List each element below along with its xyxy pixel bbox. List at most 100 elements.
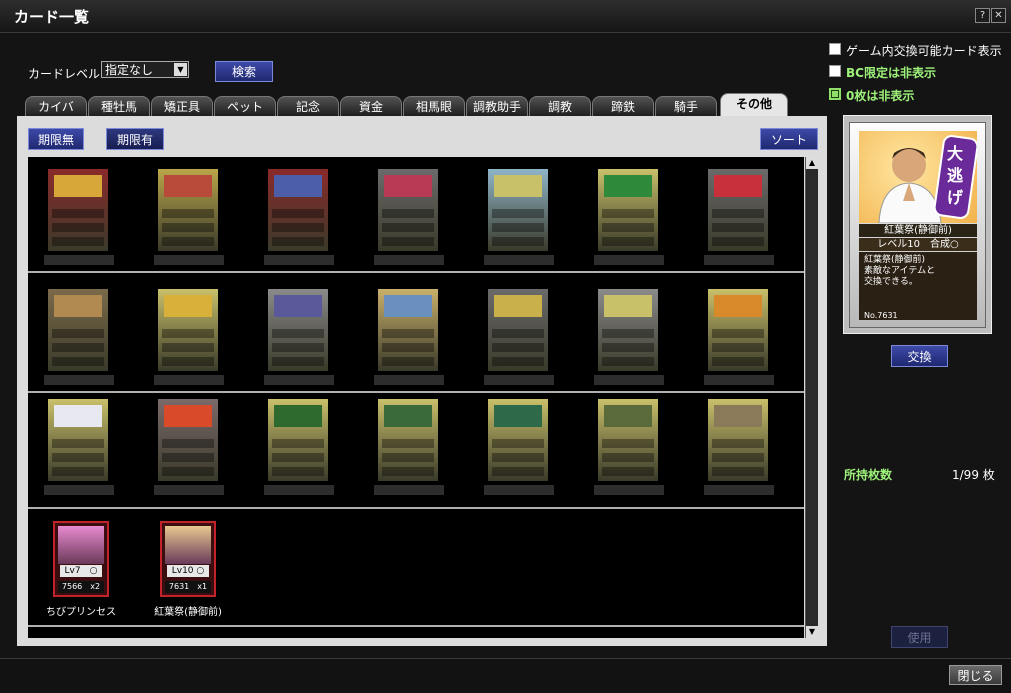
grid-card[interactable] — [48, 169, 108, 251]
grid-card[interactable] — [708, 169, 768, 251]
grid-card-band — [52, 453, 104, 462]
grid-card-band — [382, 357, 434, 366]
close-button[interactable]: 閉じる — [949, 665, 1002, 685]
grid-card-band — [602, 467, 654, 476]
checkbox-hide-bc-limited[interactable] — [829, 65, 841, 77]
grid-card-art — [274, 405, 322, 427]
exchange-button[interactable]: 交換 — [891, 345, 948, 367]
grid-card-band — [492, 223, 544, 232]
tab-11[interactable]: その他 — [720, 93, 788, 116]
grid-card-band — [162, 467, 214, 476]
grid-card[interactable] — [158, 289, 218, 371]
grid-scrollbar[interactable]: ▲ ▼ — [805, 157, 818, 638]
grid-card[interactable] — [268, 169, 328, 251]
checkbox-exchangeable[interactable] — [829, 43, 841, 55]
no-limit-button[interactable]: 期限無 — [28, 128, 84, 150]
grid-card-caption — [594, 255, 664, 265]
tab-10[interactable]: 騎手 — [655, 96, 717, 116]
grid-card[interactable] — [598, 399, 658, 481]
grid-card-caption — [154, 485, 224, 495]
grid-card-art — [714, 295, 762, 317]
grid-card-art — [384, 175, 432, 197]
category-tabs: カイバ 種牡馬 矯正具 ペット 記念 資金 相馬眼 調教助手 調教 蹄鉄 騎手 その他 — [17, 93, 792, 116]
tab-1[interactable]: 種牡馬 — [88, 96, 150, 116]
grid-card-band — [602, 209, 654, 218]
grid-card-band — [712, 343, 764, 352]
grid-card-band — [382, 329, 434, 338]
grid-card[interactable] — [158, 169, 218, 251]
grid-card-caption — [44, 485, 114, 495]
grid-card[interactable] — [598, 169, 658, 251]
search-button[interactable]: 検索 — [215, 61, 273, 82]
grid-card-band — [712, 453, 764, 462]
grid-card-band — [52, 467, 104, 476]
grid-card-band — [52, 439, 104, 448]
grid-card-band — [272, 343, 324, 352]
scroll-down-icon[interactable]: ▼ — [806, 626, 818, 638]
chevron-down-icon[interactable]: ▼ — [174, 63, 187, 76]
grid-card-band — [52, 209, 104, 218]
use-button[interactable]: 使用 — [891, 626, 948, 648]
tab-3[interactable]: ペット — [214, 96, 276, 116]
grid-card-band — [52, 329, 104, 338]
grid-card-band — [272, 223, 324, 232]
grid-card-caption — [264, 375, 334, 385]
grid-card-band — [382, 209, 434, 218]
owned-card-art — [58, 526, 104, 564]
grid-card-art — [714, 175, 762, 197]
card-level-select[interactable]: 指定なし ▼ — [101, 61, 189, 78]
owned-card-name: ちびプリンセス — [46, 607, 116, 618]
owned-card[interactable]: Lv10 ○ 7631 x1 — [160, 521, 216, 597]
grid-card[interactable] — [378, 169, 438, 251]
grid-card[interactable] — [488, 169, 548, 251]
grid-card[interactable] — [708, 289, 768, 371]
grid-card-art — [714, 405, 762, 427]
grid-card-band — [272, 237, 324, 246]
grid-card[interactable] — [708, 399, 768, 481]
grid-card[interactable] — [268, 399, 328, 481]
grid-card[interactable] — [488, 399, 548, 481]
grid-card-caption — [484, 375, 554, 385]
grid-card[interactable] — [48, 289, 108, 371]
card-grid[interactable]: Lv7 ○ 7566 x2 ちびプリンセス Lv10 ○ 7631 x1 紅葉祭(静御前) — [28, 157, 804, 638]
grid-card-caption — [154, 255, 224, 265]
grid-card-band — [272, 329, 324, 338]
grid-card-caption — [374, 255, 444, 265]
owned-count-value: 1/99 枚 — [952, 468, 995, 482]
help-button[interactable]: ? — [975, 8, 990, 23]
grid-card-band — [492, 439, 544, 448]
owned-card-name: 紅葉祭(静御前) — [154, 607, 222, 618]
checkbox-hide-zero[interactable] — [829, 88, 841, 100]
close-window-button[interactable]: ✕ — [991, 8, 1006, 23]
grid-card-band — [52, 343, 104, 352]
grid-card[interactable] — [158, 399, 218, 481]
grid-card-band — [602, 237, 654, 246]
scroll-up-icon[interactable]: ▲ — [806, 157, 818, 169]
tab-7[interactable]: 調教助手 — [466, 96, 528, 116]
sort-button[interactable]: ソート — [760, 128, 818, 150]
title-bar[interactable]: カード一覧 ? ✕ — [0, 0, 1011, 33]
tab-8[interactable]: 調教 — [529, 96, 591, 116]
grid-card-art — [384, 295, 432, 317]
tab-4[interactable]: 記念 — [277, 96, 339, 116]
owned-card[interactable]: Lv7 ○ 7566 x2 — [53, 521, 109, 597]
grid-card-caption — [484, 485, 554, 495]
tab-5[interactable]: 資金 — [340, 96, 402, 116]
grid-card-caption — [44, 375, 114, 385]
checkbox-hide-bc-limited-label: BC限定は非表示 — [846, 66, 936, 80]
grid-card-art — [54, 295, 102, 317]
grid-card[interactable] — [378, 289, 438, 371]
grid-card[interactable] — [268, 289, 328, 371]
tab-6[interactable]: 相馬眼 — [403, 96, 465, 116]
tab-2[interactable]: 矯正具 — [151, 96, 213, 116]
grid-card[interactable] — [378, 399, 438, 481]
grid-card-band — [602, 329, 654, 338]
tab-0[interactable]: カイバ — [25, 96, 87, 116]
grid-card-band — [602, 343, 654, 352]
limit-button[interactable]: 期限有 — [106, 128, 164, 150]
grid-card-band — [272, 453, 324, 462]
grid-card[interactable] — [48, 399, 108, 481]
grid-card[interactable] — [598, 289, 658, 371]
grid-card[interactable] — [488, 289, 548, 371]
tab-9[interactable]: 蹄鉄 — [592, 96, 654, 116]
